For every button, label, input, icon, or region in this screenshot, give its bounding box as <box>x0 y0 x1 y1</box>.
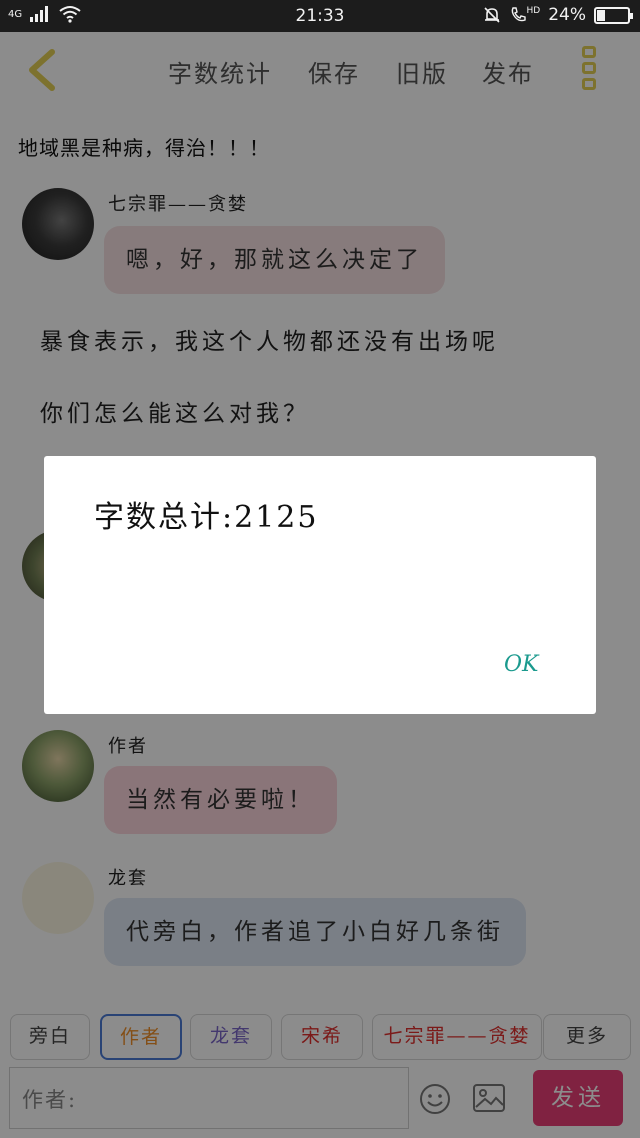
dialog-message: 字数总计:2125 <box>94 500 319 535</box>
word-count-dialog: 字数总计:2125 OK <box>44 456 596 714</box>
status-bar: 4G 21:33 HD 24% <box>0 0 640 32</box>
battery-percent: 24% <box>548 5 586 25</box>
battery-level <box>597 9 605 21</box>
ok-button[interactable]: OK <box>504 652 538 677</box>
hd-label: HD <box>526 6 541 16</box>
phone-hd-icon <box>511 7 526 22</box>
mute-bell-icon <box>483 7 500 23</box>
battery-icon <box>594 6 633 24</box>
